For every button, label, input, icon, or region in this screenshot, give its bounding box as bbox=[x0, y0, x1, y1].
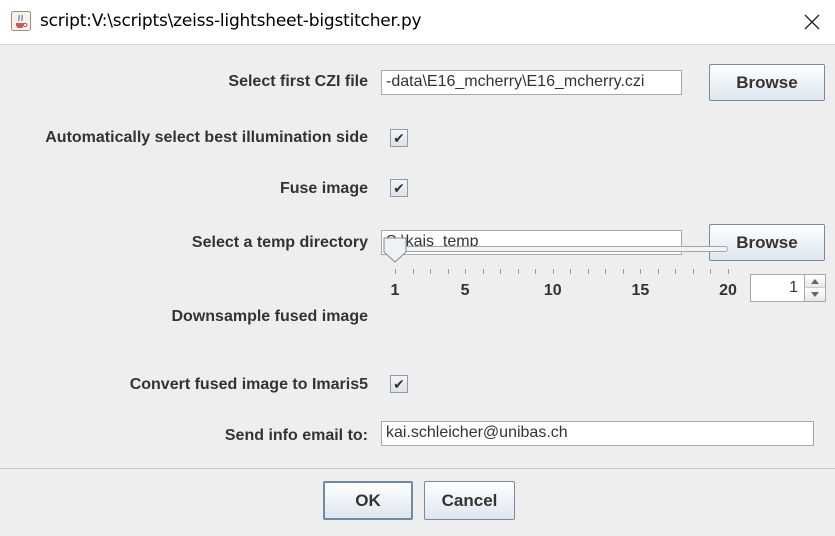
slider-tick bbox=[710, 269, 712, 274]
chevron-down-icon bbox=[811, 292, 819, 297]
czi-file-label: Select first CZI file bbox=[228, 73, 368, 90]
email-field[interactable]: kai.schleicher@unibas.ch bbox=[381, 421, 814, 446]
slider-tick bbox=[430, 269, 432, 274]
email-label: Send info email to: bbox=[224, 427, 368, 444]
downsample-spinner[interactable]: 1 bbox=[750, 274, 826, 302]
close-icon bbox=[804, 14, 820, 30]
slider-tick bbox=[692, 269, 694, 274]
slider-tick-label: 20 bbox=[719, 282, 737, 299]
temp-directory-label: Select a temp directory bbox=[191, 234, 368, 251]
window-title: script:V:\scripts\zeiss-lightsheet-bigst… bbox=[40, 11, 422, 31]
slider-tick bbox=[517, 269, 519, 274]
slider-tick bbox=[395, 269, 396, 274]
slider-tick bbox=[482, 269, 484, 274]
chevron-up-icon bbox=[811, 278, 819, 284]
slider-tick bbox=[657, 269, 659, 274]
slider-tick-label: 1 bbox=[390, 282, 400, 299]
czi-file-field[interactable]: -data\E16_mcherry\E16_mcherry.czi bbox=[381, 70, 682, 95]
slider-tick bbox=[640, 269, 642, 274]
java-coffee-cup-icon bbox=[11, 11, 31, 31]
imaris-label: Convert fused image to Imaris5 bbox=[129, 376, 368, 393]
cancel-button[interactable]: Cancel bbox=[424, 481, 515, 520]
downsample-slider-thumb[interactable] bbox=[383, 237, 407, 263]
slider-tick-label: 10 bbox=[543, 282, 562, 299]
downsample-spinner-value: 1 bbox=[789, 279, 798, 296]
slider-tick bbox=[412, 269, 414, 274]
slider-tick bbox=[465, 269, 467, 274]
ok-button[interactable]: OK bbox=[323, 481, 413, 520]
close-button[interactable] bbox=[789, 0, 835, 44]
auto-illumination-checkbox[interactable]: ✔ bbox=[390, 129, 408, 147]
temp-browse-button[interactable]: Browse bbox=[709, 224, 825, 261]
fuse-image-label: Fuse image bbox=[279, 180, 368, 197]
spinner-down-button[interactable] bbox=[804, 288, 825, 301]
slider-tick bbox=[587, 269, 589, 274]
downsample-label: Downsample fused image bbox=[171, 308, 369, 325]
slider-tick bbox=[552, 269, 554, 274]
button-separator bbox=[0, 468, 835, 469]
title-bar: script:V:\scripts\zeiss-lightsheet-bigst… bbox=[0, 0, 835, 44]
dialog-body: Select first CZI file -data\E16_mcherry\… bbox=[0, 44, 835, 536]
check-icon: ✔ bbox=[393, 180, 405, 196]
slider-tick bbox=[500, 269, 502, 274]
slider-tick bbox=[728, 269, 729, 274]
slider-tick bbox=[570, 269, 572, 274]
slider-tick bbox=[675, 269, 677, 274]
auto-illumination-label: Automatically select best illumination s… bbox=[45, 129, 368, 146]
czi-browse-button[interactable]: Browse bbox=[709, 64, 825, 101]
imaris-checkbox[interactable]: ✔ bbox=[390, 375, 408, 393]
slider-tick bbox=[535, 269, 537, 274]
slider-tick bbox=[447, 269, 449, 274]
fuse-image-checkbox[interactable]: ✔ bbox=[390, 179, 408, 197]
slider-tick bbox=[605, 269, 607, 274]
downsample-slider-track[interactable] bbox=[390, 246, 728, 252]
check-icon: ✔ bbox=[393, 130, 405, 146]
check-icon: ✔ bbox=[393, 376, 405, 392]
slider-tick bbox=[622, 269, 624, 274]
slider-tick-label: 15 bbox=[631, 282, 650, 299]
slider-tick-label: 5 bbox=[460, 282, 470, 299]
spinner-up-button[interactable] bbox=[804, 275, 825, 288]
